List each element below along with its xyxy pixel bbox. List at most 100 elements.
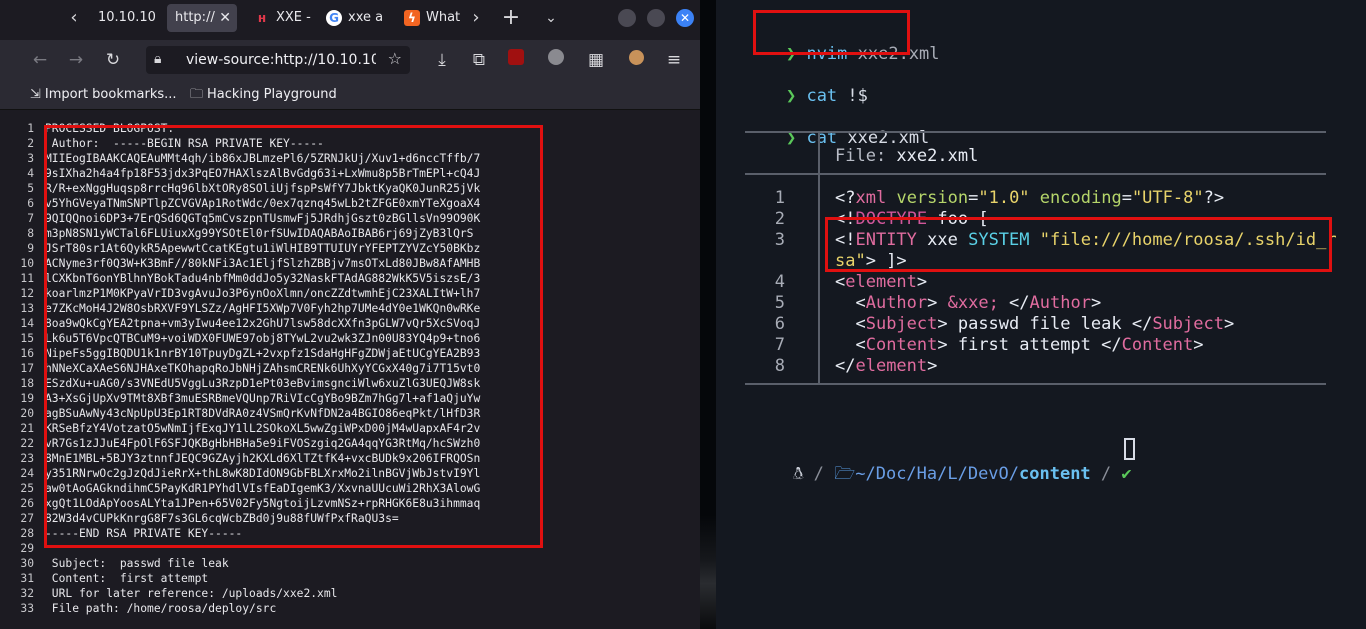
source-line-number: 25 — [20, 482, 34, 495]
source-line-number: 23 — [20, 452, 34, 465]
bat-gutter-separator — [818, 173, 820, 385]
terminal-window[interactable]: ❯ nvim xxe2.xml ❯ cat !$ ❯ cat xxe2.xml … — [716, 0, 1366, 629]
prompt-line-3: ❯ cat xxe2.xml — [745, 102, 929, 148]
back-arrow-icon[interactable]: ← — [28, 48, 52, 72]
linux-tux-icon: 🐧︎ — [792, 464, 804, 484]
source-line: 31 Content: first attempt — [0, 571, 208, 586]
source-line-number: 28 — [20, 527, 34, 540]
minimize-button[interactable] — [618, 9, 636, 27]
code-line-number: 4 — [774, 272, 785, 292]
navigation-toolbar: ← → ↻ 🔒︎ view-source:http://10.10.10.9 ☆… — [0, 40, 700, 80]
highlight-box-entity — [825, 217, 1332, 272]
source-line-number: 24 — [20, 467, 34, 480]
bookmark-folder-hacking[interactable]: 🗀︎ Hacking Playground — [190, 86, 337, 104]
source-line-number: 17 — [20, 362, 34, 375]
source-line-text: Subject: passwd file leak — [45, 557, 229, 570]
tab-list-chevron-down-icon[interactable]: ⌄ — [539, 6, 563, 30]
shell-prompt-status: 🐧︎ / 🗁︎~/Doc/Ha/L/DevO/content / ✔ — [792, 464, 1132, 484]
tab-bar: ‹ 10.10.10 http:// ✕ ʜ XXE - Gxxe a ϟ What… — [0, 0, 700, 36]
cookie-icon[interactable] — [624, 48, 648, 72]
tab-3[interactable]: ʜ XXE - — [246, 4, 316, 32]
ublock-icon[interactable] — [504, 48, 528, 72]
source-line-number: 5 — [27, 182, 34, 195]
bookmark-label: Import bookmarks... — [44, 87, 177, 102]
bookmark-star-icon[interactable]: ☆ — [388, 49, 402, 68]
source-line-text: Content: first attempt — [45, 572, 209, 585]
qr-code-icon[interactable]: ▦ — [584, 48, 608, 72]
source-line-number: 3 — [27, 152, 34, 165]
code-text: <Content> first attempt </Content> — [835, 335, 1204, 355]
tab-4[interactable]: Gxxe a — [318, 4, 386, 32]
source-line-text: File path: /home/roosa/deploy/src — [45, 602, 277, 615]
bookmarks-toolbar: ⇲ Import bookmarks... 🗀︎ Hacking Playgroun… — [0, 80, 700, 110]
extensions-icon[interactable]: ⧉ — [467, 48, 491, 72]
forward-arrow-icon[interactable]: → — [64, 48, 88, 72]
folder-icon: 🗁︎ — [834, 464, 856, 484]
tab-close-icon[interactable]: ✕ — [219, 4, 231, 32]
terminal-cursor — [1124, 438, 1135, 460]
menu-hamburger-icon[interactable]: ≡ — [662, 48, 686, 72]
tab-2-active[interactable]: http:// ✕ — [167, 4, 237, 32]
source-line: 29 — [0, 541, 45, 556]
tab-scroll-left-icon[interactable]: ‹ — [62, 6, 86, 30]
lock-icon[interactable]: 🔒︎ — [154, 51, 170, 69]
url-text[interactable]: view-source:http://10.10.10.9 — [186, 46, 376, 74]
hacktricks-icon: ʜ — [257, 10, 267, 25]
folder-icon: 🗀︎ — [190, 87, 204, 102]
source-line: 30 Subject: passwd file leak — [0, 556, 229, 571]
source-line-number: 16 — [20, 347, 34, 360]
source-line-number: 10 — [20, 257, 34, 270]
reload-icon[interactable]: ↻ — [101, 48, 125, 72]
source-line-number: 13 — [20, 302, 34, 315]
source-line-number: 33 — [20, 602, 34, 615]
bookmark-label: Hacking Playground — [207, 87, 337, 102]
source-line-text: URL for later reference: /uploads/xxe2.x… — [45, 587, 338, 600]
path-prefix: ~/Doc/Ha/L/DevO/ — [855, 464, 1020, 484]
source-line-number: 32 — [20, 587, 34, 600]
code-line-number: 2 — [774, 209, 785, 229]
source-line-number: 30 — [20, 557, 34, 570]
downloads-icon[interactable]: ⤓ — [430, 48, 454, 72]
source-line-number: 29 — [20, 542, 34, 555]
close-window-button[interactable]: ✕ — [676, 9, 694, 27]
file-name: xxe2.xml — [896, 146, 979, 166]
highlight-box-private-key — [44, 125, 543, 548]
source-line-number: 20 — [20, 407, 34, 420]
new-tab-icon[interactable]: + — [499, 6, 523, 30]
source-line-number: 14 — [20, 317, 34, 330]
code-line-number: 5 — [774, 293, 785, 313]
code-line-number: 6 — [774, 314, 785, 334]
tab-label: XXE - — [276, 10, 311, 25]
tab-5[interactable]: ϟ What — [396, 4, 460, 32]
current-directory: content — [1019, 464, 1091, 484]
bat-top-rule — [745, 131, 1326, 133]
source-line-number: 7 — [27, 212, 34, 225]
url-bar[interactable]: 🔒︎ view-source:http://10.10.10.9 ☆ — [146, 46, 410, 74]
source-line-number: 2 — [27, 137, 34, 150]
code-text: <Author> &xxe; </Author> — [835, 293, 1102, 313]
tab-scroll-right-icon[interactable]: › — [464, 6, 488, 30]
source-line-number: 1 — [27, 122, 34, 135]
bat-header-rule — [745, 173, 1326, 175]
prompt-line-2: ❯ cat !$ — [745, 60, 868, 106]
tab-label: 10.10.10 — [98, 10, 156, 25]
google-icon: G — [326, 9, 342, 26]
privacy-badger-icon[interactable] — [544, 48, 568, 72]
bat-header-separator — [818, 131, 820, 173]
code-line-number: 3 — [774, 230, 785, 250]
source-line-number: 27 — [20, 512, 34, 525]
tab-label: What — [426, 10, 460, 25]
source-line-number: 12 — [20, 287, 34, 300]
bookmark-import[interactable]: ⇲ Import bookmarks... — [30, 86, 177, 104]
tab-label: http:// — [175, 10, 215, 25]
browser-window: ‹ 10.10.10 http:// ✕ ʜ XXE - Gxxe a ϟ What… — [0, 0, 700, 629]
bat-file-header: File: xxe2.xml — [835, 144, 978, 168]
source-line-number: 26 — [20, 497, 34, 510]
code-text: <element> — [835, 272, 928, 292]
maximize-button[interactable] — [647, 9, 665, 27]
tab-1[interactable]: 10.10.10 — [90, 4, 156, 32]
code-text: <?xml version="1.0" encoding="UTF-8"?> — [835, 188, 1225, 208]
import-icon: ⇲ — [30, 87, 41, 102]
highlight-box-nvim — [753, 10, 910, 55]
tab-label: xxe a — [348, 10, 384, 25]
